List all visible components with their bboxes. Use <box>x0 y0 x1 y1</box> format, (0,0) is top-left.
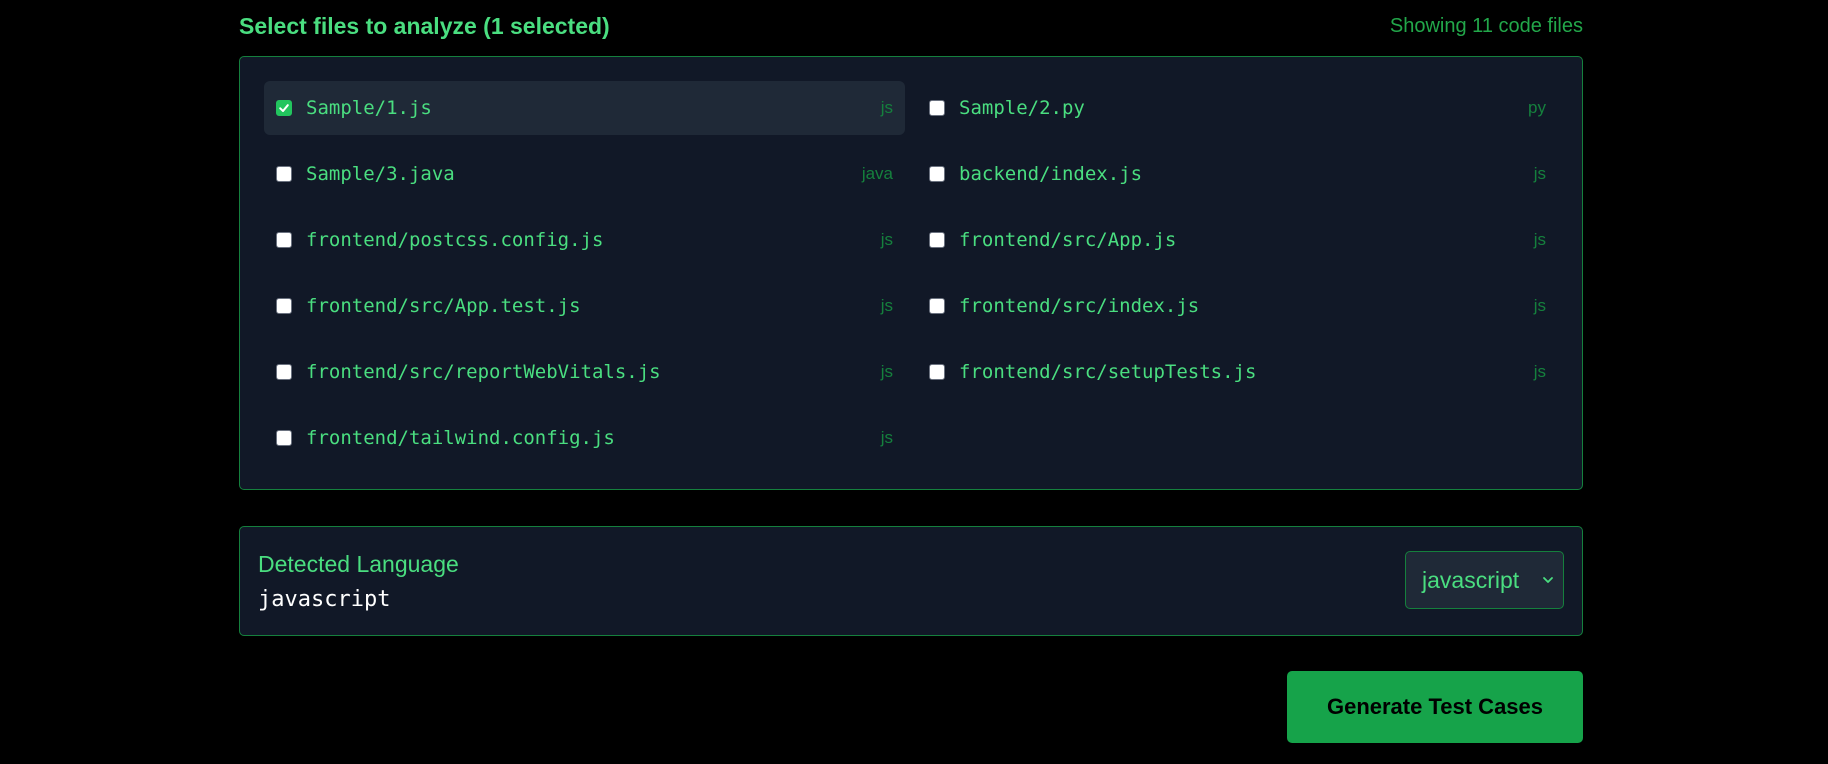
file-count: Showing 11 code files <box>1389 15 1583 37</box>
file-checkbox[interactable] <box>929 298 945 314</box>
file-item[interactable]: Sample/3.java java <box>264 147 905 201</box>
file-checkbox[interactable] <box>276 298 292 314</box>
file-checkbox[interactable] <box>929 100 945 116</box>
file-item[interactable]: Sample/1.js js <box>264 81 905 135</box>
detected-language-value: javascript <box>258 587 391 612</box>
file-path: Sample/2.py <box>959 97 1085 119</box>
file-path: frontend/src/App.js <box>959 229 1177 251</box>
file-path: frontend/postcss.config.js <box>306 229 604 251</box>
file-checkbox[interactable] <box>276 100 292 116</box>
file-extension-badge: js <box>880 230 893 249</box>
file-path: frontend/src/setupTests.js <box>959 361 1257 383</box>
checkmark-icon <box>279 104 289 112</box>
file-list-panel: Sample/1.js js Sample/2.py py Sample/3.java j… <box>239 56 1583 490</box>
language-select[interactable]: javascript <box>1405 551 1564 609</box>
file-extension-badge: js <box>1533 296 1546 315</box>
file-grid: Sample/1.js js Sample/2.py py Sample/3.java j… <box>264 81 1558 465</box>
file-checkbox[interactable] <box>929 232 945 248</box>
file-checkbox[interactable] <box>276 232 292 248</box>
file-path: Sample/1.js <box>306 97 432 119</box>
file-extension-badge: js <box>880 428 893 447</box>
file-item[interactable]: frontend/tailwind.config.js js <box>264 411 905 465</box>
file-path: frontend/src/App.test.js <box>306 295 581 317</box>
file-extension-badge: js <box>1533 362 1546 381</box>
file-selection-header: Select files to analyze (1 selected) Sho… <box>239 0 1583 56</box>
file-checkbox[interactable] <box>276 430 292 446</box>
detected-language-label: Detected Language <box>258 551 459 577</box>
file-checkbox[interactable] <box>276 166 292 182</box>
file-item[interactable]: frontend/src/index.js js <box>917 279 1558 333</box>
file-path: frontend/src/reportWebVitals.js <box>306 361 661 383</box>
chevron-down-icon <box>1543 577 1553 583</box>
generate-test-cases-button[interactable]: Generate Test Cases <box>1287 671 1583 743</box>
file-extension-badge: js <box>1533 230 1546 249</box>
file-path: backend/index.js <box>959 163 1143 185</box>
file-checkbox[interactable] <box>276 364 292 380</box>
file-selection-title: Select files to analyze (1 selected) <box>239 13 610 39</box>
file-item[interactable]: backend/index.js js <box>917 147 1558 201</box>
file-checkbox[interactable] <box>929 166 945 182</box>
file-checkbox[interactable] <box>929 364 945 380</box>
language-select-value: javascript <box>1422 566 1520 593</box>
file-item[interactable]: frontend/src/App.test.js js <box>264 279 905 333</box>
file-extension-badge: py <box>1528 98 1546 117</box>
file-extension-badge: js <box>880 296 893 315</box>
file-item[interactable]: frontend/src/reportWebVitals.js js <box>264 345 905 399</box>
file-item[interactable]: Sample/2.py py <box>917 81 1558 135</box>
file-extension-badge: js <box>1533 164 1546 183</box>
file-path: frontend/tailwind.config.js <box>306 427 615 449</box>
file-path: frontend/src/index.js <box>959 295 1200 317</box>
file-extension-badge: java <box>861 164 893 183</box>
file-extension-badge: js <box>880 362 893 381</box>
file-item[interactable]: frontend/src/App.js js <box>917 213 1558 267</box>
file-path: Sample/3.java <box>306 163 455 185</box>
file-item[interactable]: frontend/postcss.config.js js <box>264 213 905 267</box>
language-panel: Detected Language javascript javascript <box>239 526 1583 636</box>
file-item[interactable]: frontend/src/setupTests.js js <box>917 345 1558 399</box>
file-extension-badge: js <box>880 98 893 117</box>
